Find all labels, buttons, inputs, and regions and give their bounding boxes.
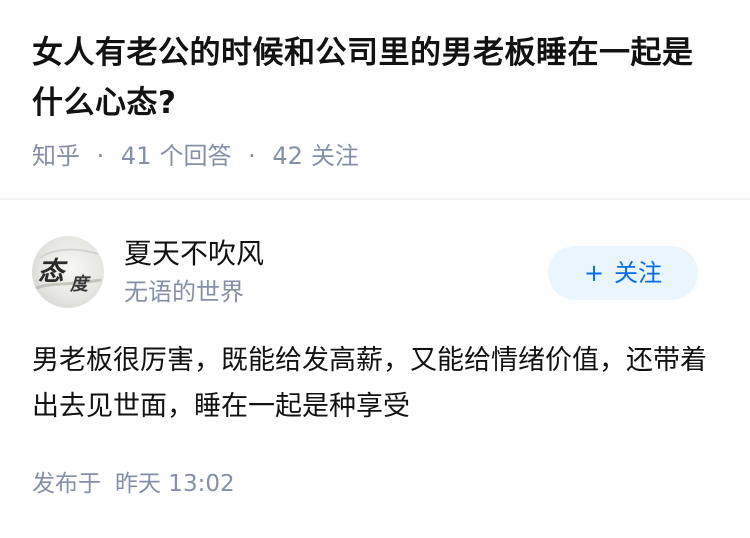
section-divider bbox=[0, 198, 750, 200]
calligraphy-avatar-icon: 态 度 bbox=[34, 248, 102, 295]
follow-button[interactable]: + 关注 bbox=[548, 246, 698, 300]
publish-label: 发布于 bbox=[32, 471, 101, 497]
separator-dot: · bbox=[248, 142, 256, 170]
author-card: 态 度 夏天不吹风 无语的世界 + 关注 bbox=[32, 236, 718, 312]
publish-time: 昨天 13:02 bbox=[115, 471, 235, 497]
followers-count: 42 bbox=[272, 142, 303, 170]
question-header: 女人有老公的时候和公司里的男老板睡在一起是什么心态? 知乎 · 41 个回答 · … bbox=[32, 28, 722, 172]
answer-page: 女人有老公的时候和公司里的男老板睡在一起是什么心态? 知乎 · 41 个回答 · … bbox=[0, 0, 750, 538]
avatar-char-2: 度 bbox=[69, 274, 91, 295]
question-title[interactable]: 女人有老公的时候和公司里的男老板睡在一起是什么心态? bbox=[32, 28, 722, 128]
question-meta: 知乎 · 41 个回答 · 42 关注 bbox=[32, 140, 722, 172]
answer-timestamp: 发布于 昨天 13:02 bbox=[32, 468, 235, 500]
separator-dot: · bbox=[96, 142, 105, 170]
author-bio: 无语的世界 bbox=[124, 278, 244, 306]
followers-label[interactable]: 关注 bbox=[311, 142, 359, 170]
source-label[interactable]: 知乎 bbox=[32, 142, 80, 170]
avatar[interactable]: 态 度 bbox=[32, 236, 104, 308]
plus-icon: + bbox=[583, 259, 605, 287]
answers-label[interactable]: 个回答 bbox=[159, 142, 231, 170]
answers-count: 41 bbox=[120, 142, 152, 170]
answer-content[interactable]: 男老板很厉害，既能给发高薪，又能给情绪价值，还带着出去见世面，睡在一起是种享受 bbox=[32, 338, 722, 430]
author-name[interactable]: 夏天不吹风 bbox=[124, 236, 264, 272]
follow-label: 关注 bbox=[614, 259, 663, 287]
avatar-char-1: 态 bbox=[38, 257, 68, 287]
